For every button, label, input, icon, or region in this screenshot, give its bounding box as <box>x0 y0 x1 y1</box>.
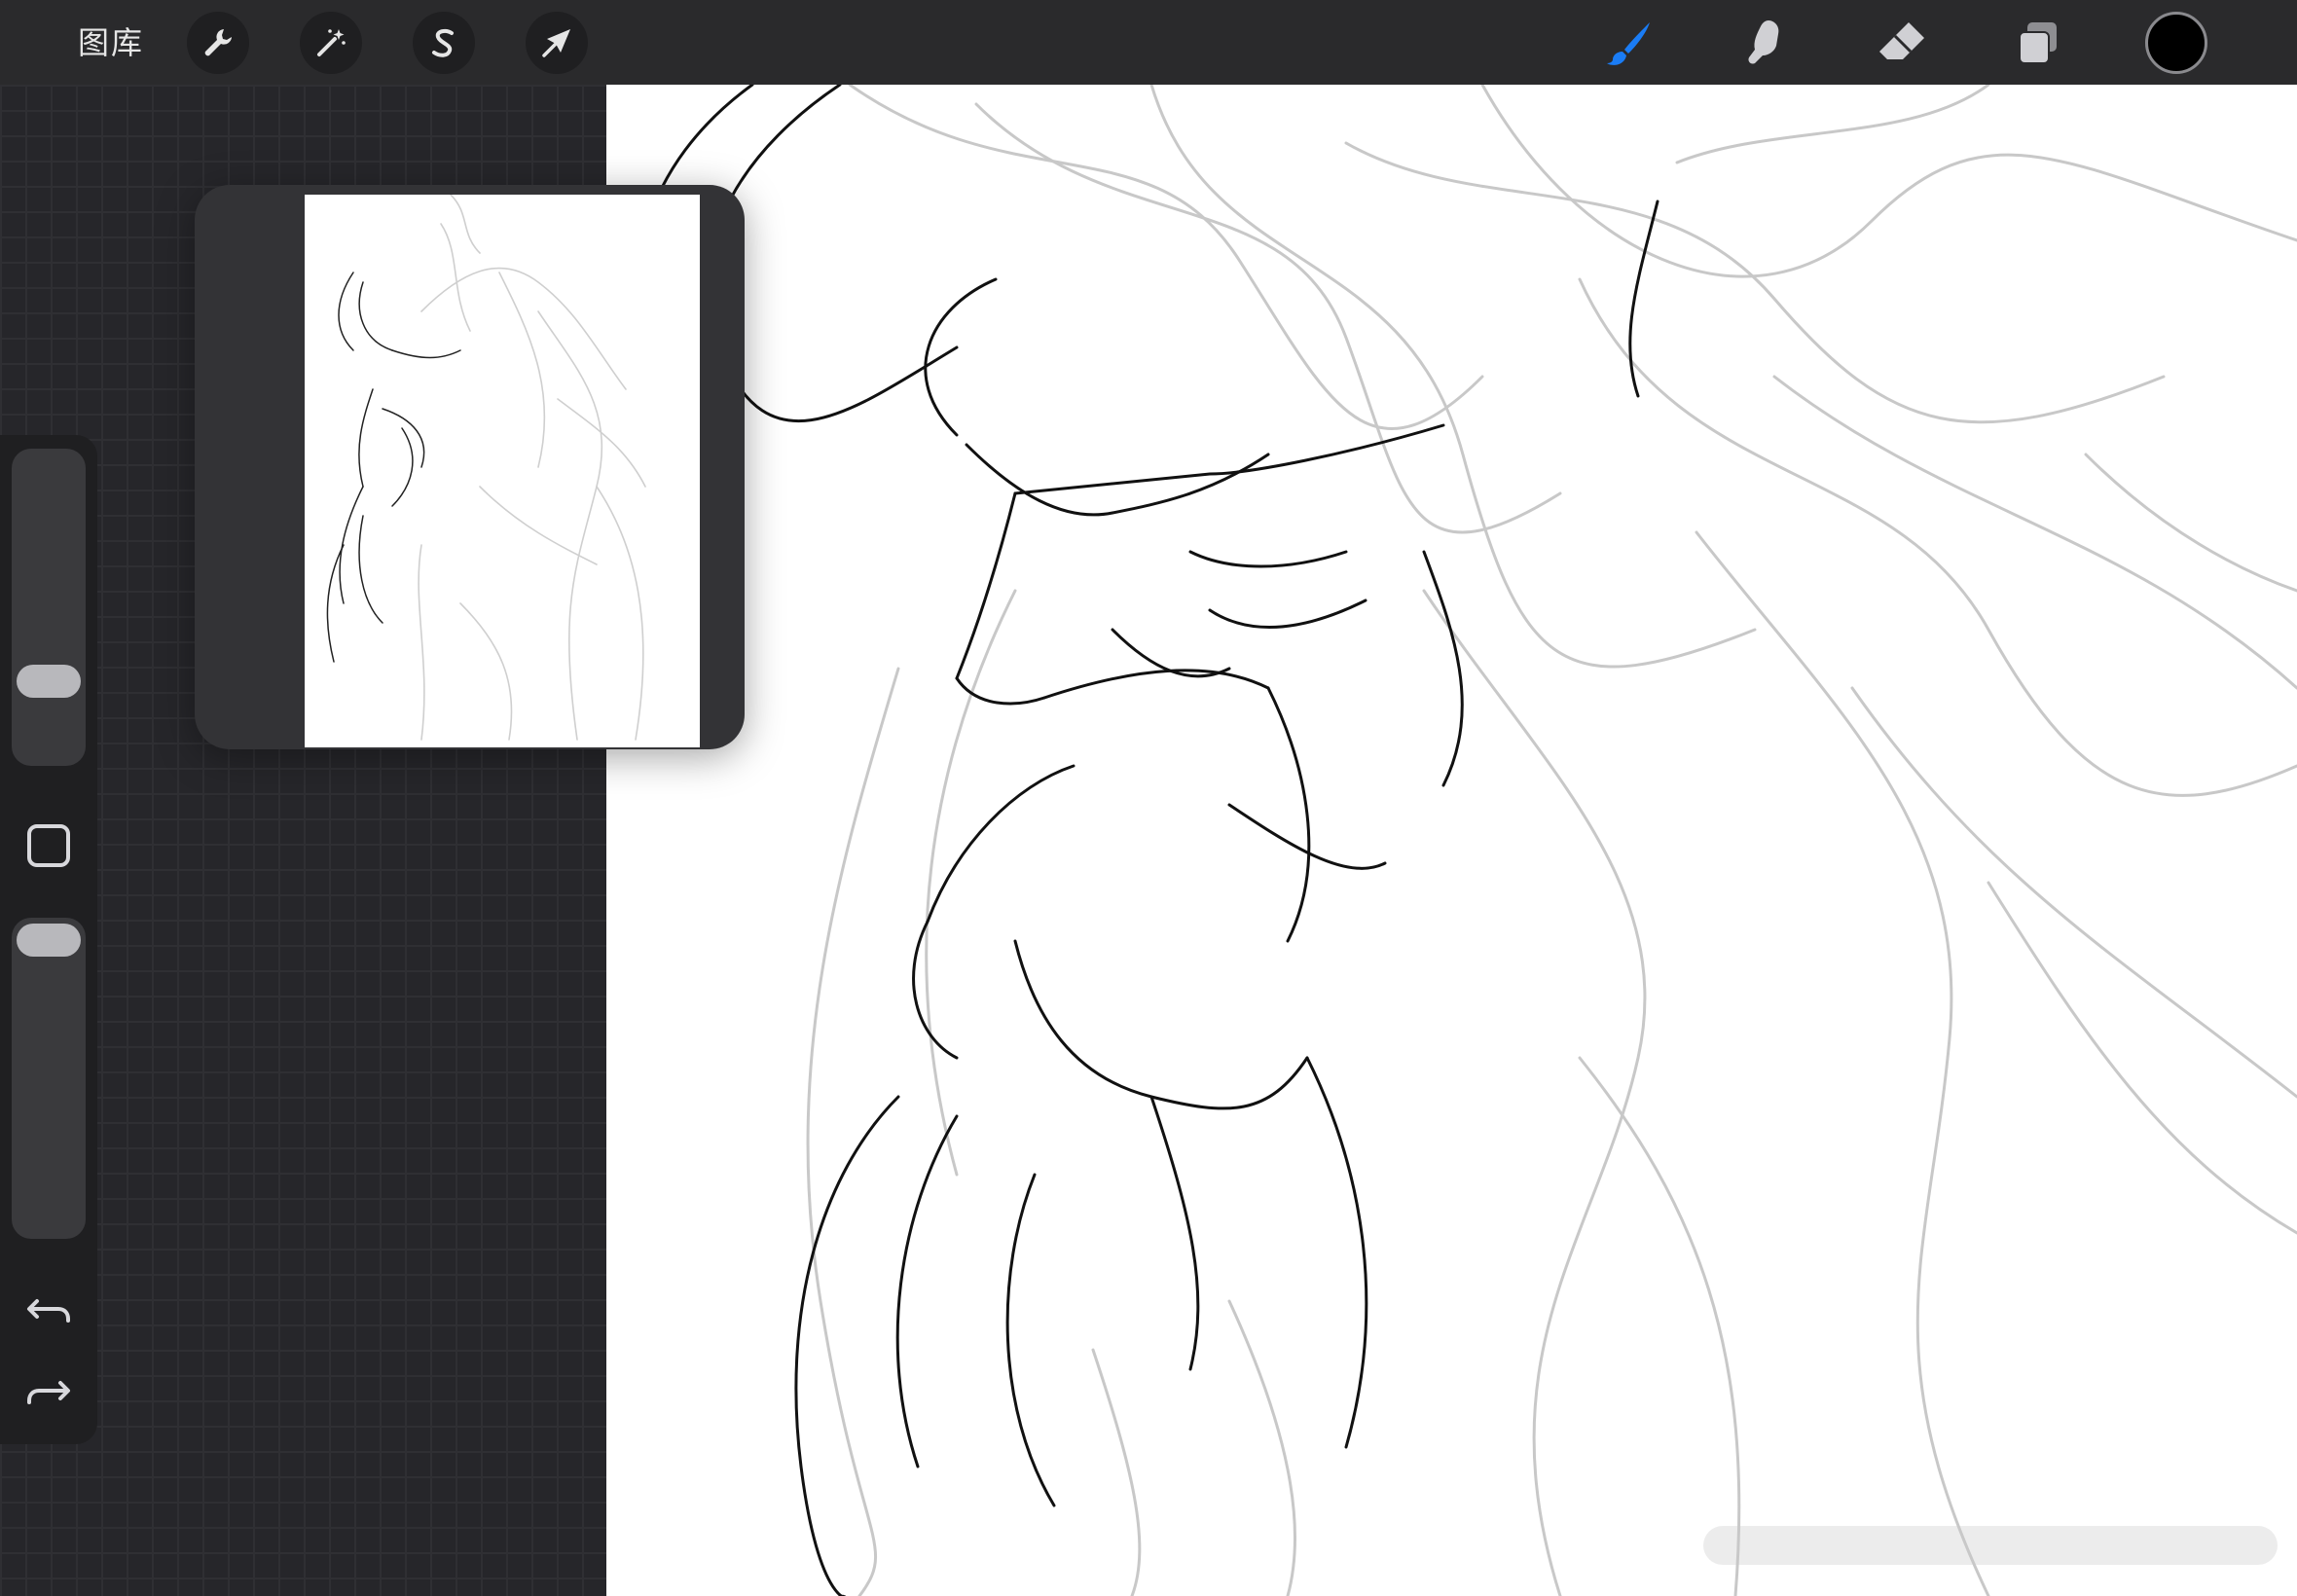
redo-button[interactable] <box>23 1365 74 1416</box>
selection-button[interactable] <box>413 12 475 74</box>
adjustments-button[interactable] <box>300 12 362 74</box>
layers-icon <box>2019 22 2057 64</box>
modify-button[interactable] <box>27 824 70 867</box>
undo-button[interactable] <box>23 1284 74 1334</box>
selection-s-icon <box>432 28 454 57</box>
left-sidebar <box>0 435 97 1444</box>
reference-artwork <box>326 195 646 741</box>
canvas-artwork <box>636 85 2297 1596</box>
actions-button[interactable] <box>187 12 249 74</box>
opacity-slider[interactable] <box>12 918 86 1239</box>
undo-icon <box>27 1299 70 1323</box>
wrench-icon <box>204 29 232 56</box>
top-toolbar: 图库 <box>0 0 2297 85</box>
reference-image <box>305 195 700 747</box>
transform-button[interactable] <box>526 12 588 74</box>
quickmenu-scrubber[interactable] <box>1703 1526 2278 1565</box>
redo-icon <box>27 1381 70 1404</box>
magic-wand-icon <box>317 29 346 56</box>
lineart-layer <box>636 85 1659 1596</box>
reference-window[interactable] <box>195 185 745 749</box>
smudge-icon <box>1748 20 1779 64</box>
brush-size-slider[interactable] <box>12 449 86 766</box>
eraser-tool[interactable] <box>1871 12 1933 74</box>
procreate-app: 图库 <box>0 0 2297 1596</box>
arrow-cursor-icon <box>542 29 570 57</box>
layers-tool[interactable] <box>2007 12 2069 74</box>
gallery-button[interactable]: 图库 <box>58 19 164 66</box>
sketch-layer <box>806 85 2297 1596</box>
brush-icon <box>1607 22 1650 65</box>
smudge-tool[interactable] <box>1734 12 1797 74</box>
color-picker-button[interactable] <box>2145 12 2207 74</box>
brush-tool[interactable] <box>1598 12 1660 74</box>
brush-size-thumb[interactable] <box>17 665 81 698</box>
eraser-icon <box>1879 22 1924 59</box>
opacity-thumb[interactable] <box>17 924 81 957</box>
drawing-canvas[interactable] <box>606 85 2297 1596</box>
